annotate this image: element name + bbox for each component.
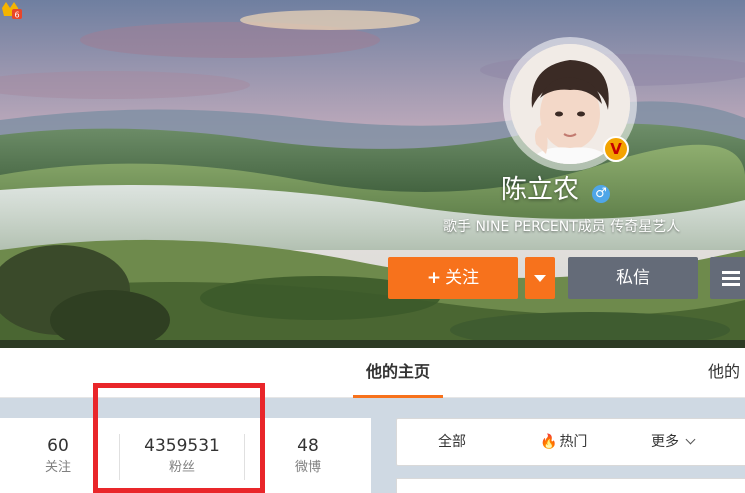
verified-badge-icon: V bbox=[603, 136, 629, 162]
message-button[interactable]: 私信 bbox=[568, 257, 698, 299]
profile-name: 陈立农 bbox=[501, 175, 580, 205]
hamburger-icon bbox=[722, 271, 740, 274]
follow-button-label: 关注 bbox=[445, 268, 480, 288]
plus-icon: + bbox=[426, 268, 442, 288]
feed-tab-all[interactable]: 全部 bbox=[438, 419, 466, 465]
highlight-box bbox=[93, 383, 265, 493]
tab-home[interactable]: 他的主页 bbox=[353, 348, 443, 398]
more-menu-button[interactable] bbox=[710, 257, 745, 299]
tab-other[interactable]: 他的 bbox=[708, 348, 740, 398]
member-level-icon[interactable]: 6 bbox=[0, 0, 24, 20]
feed-tab-hot-label: 热门 bbox=[559, 434, 588, 450]
caret-down-icon bbox=[534, 275, 546, 282]
feed-filter-bar: 全部 🔥 热门 更多 bbox=[396, 418, 745, 466]
profile-bio: 歌手 NINE PERCENT成员 传奇星艺人 bbox=[443, 219, 681, 235]
follow-options-dropdown-button[interactable] bbox=[525, 257, 555, 299]
flame-icon: 🔥 bbox=[540, 434, 558, 450]
male-icon: ♂ bbox=[592, 185, 610, 203]
svg-text:6: 6 bbox=[14, 11, 19, 20]
feed-card bbox=[396, 478, 745, 493]
chevron-down-icon bbox=[685, 434, 696, 445]
cover-banner: V 陈立农 ♂ 6 歌手 NINE PERCENT成员 传奇星艺人 + 关注 私信 bbox=[0, 0, 745, 348]
feed-tab-hot[interactable]: 🔥 热门 bbox=[540, 419, 587, 465]
feed-tab-more[interactable]: 更多 bbox=[651, 419, 696, 465]
follow-button[interactable]: + 关注 bbox=[388, 257, 518, 299]
feed-tab-more-label: 更多 bbox=[651, 434, 679, 450]
